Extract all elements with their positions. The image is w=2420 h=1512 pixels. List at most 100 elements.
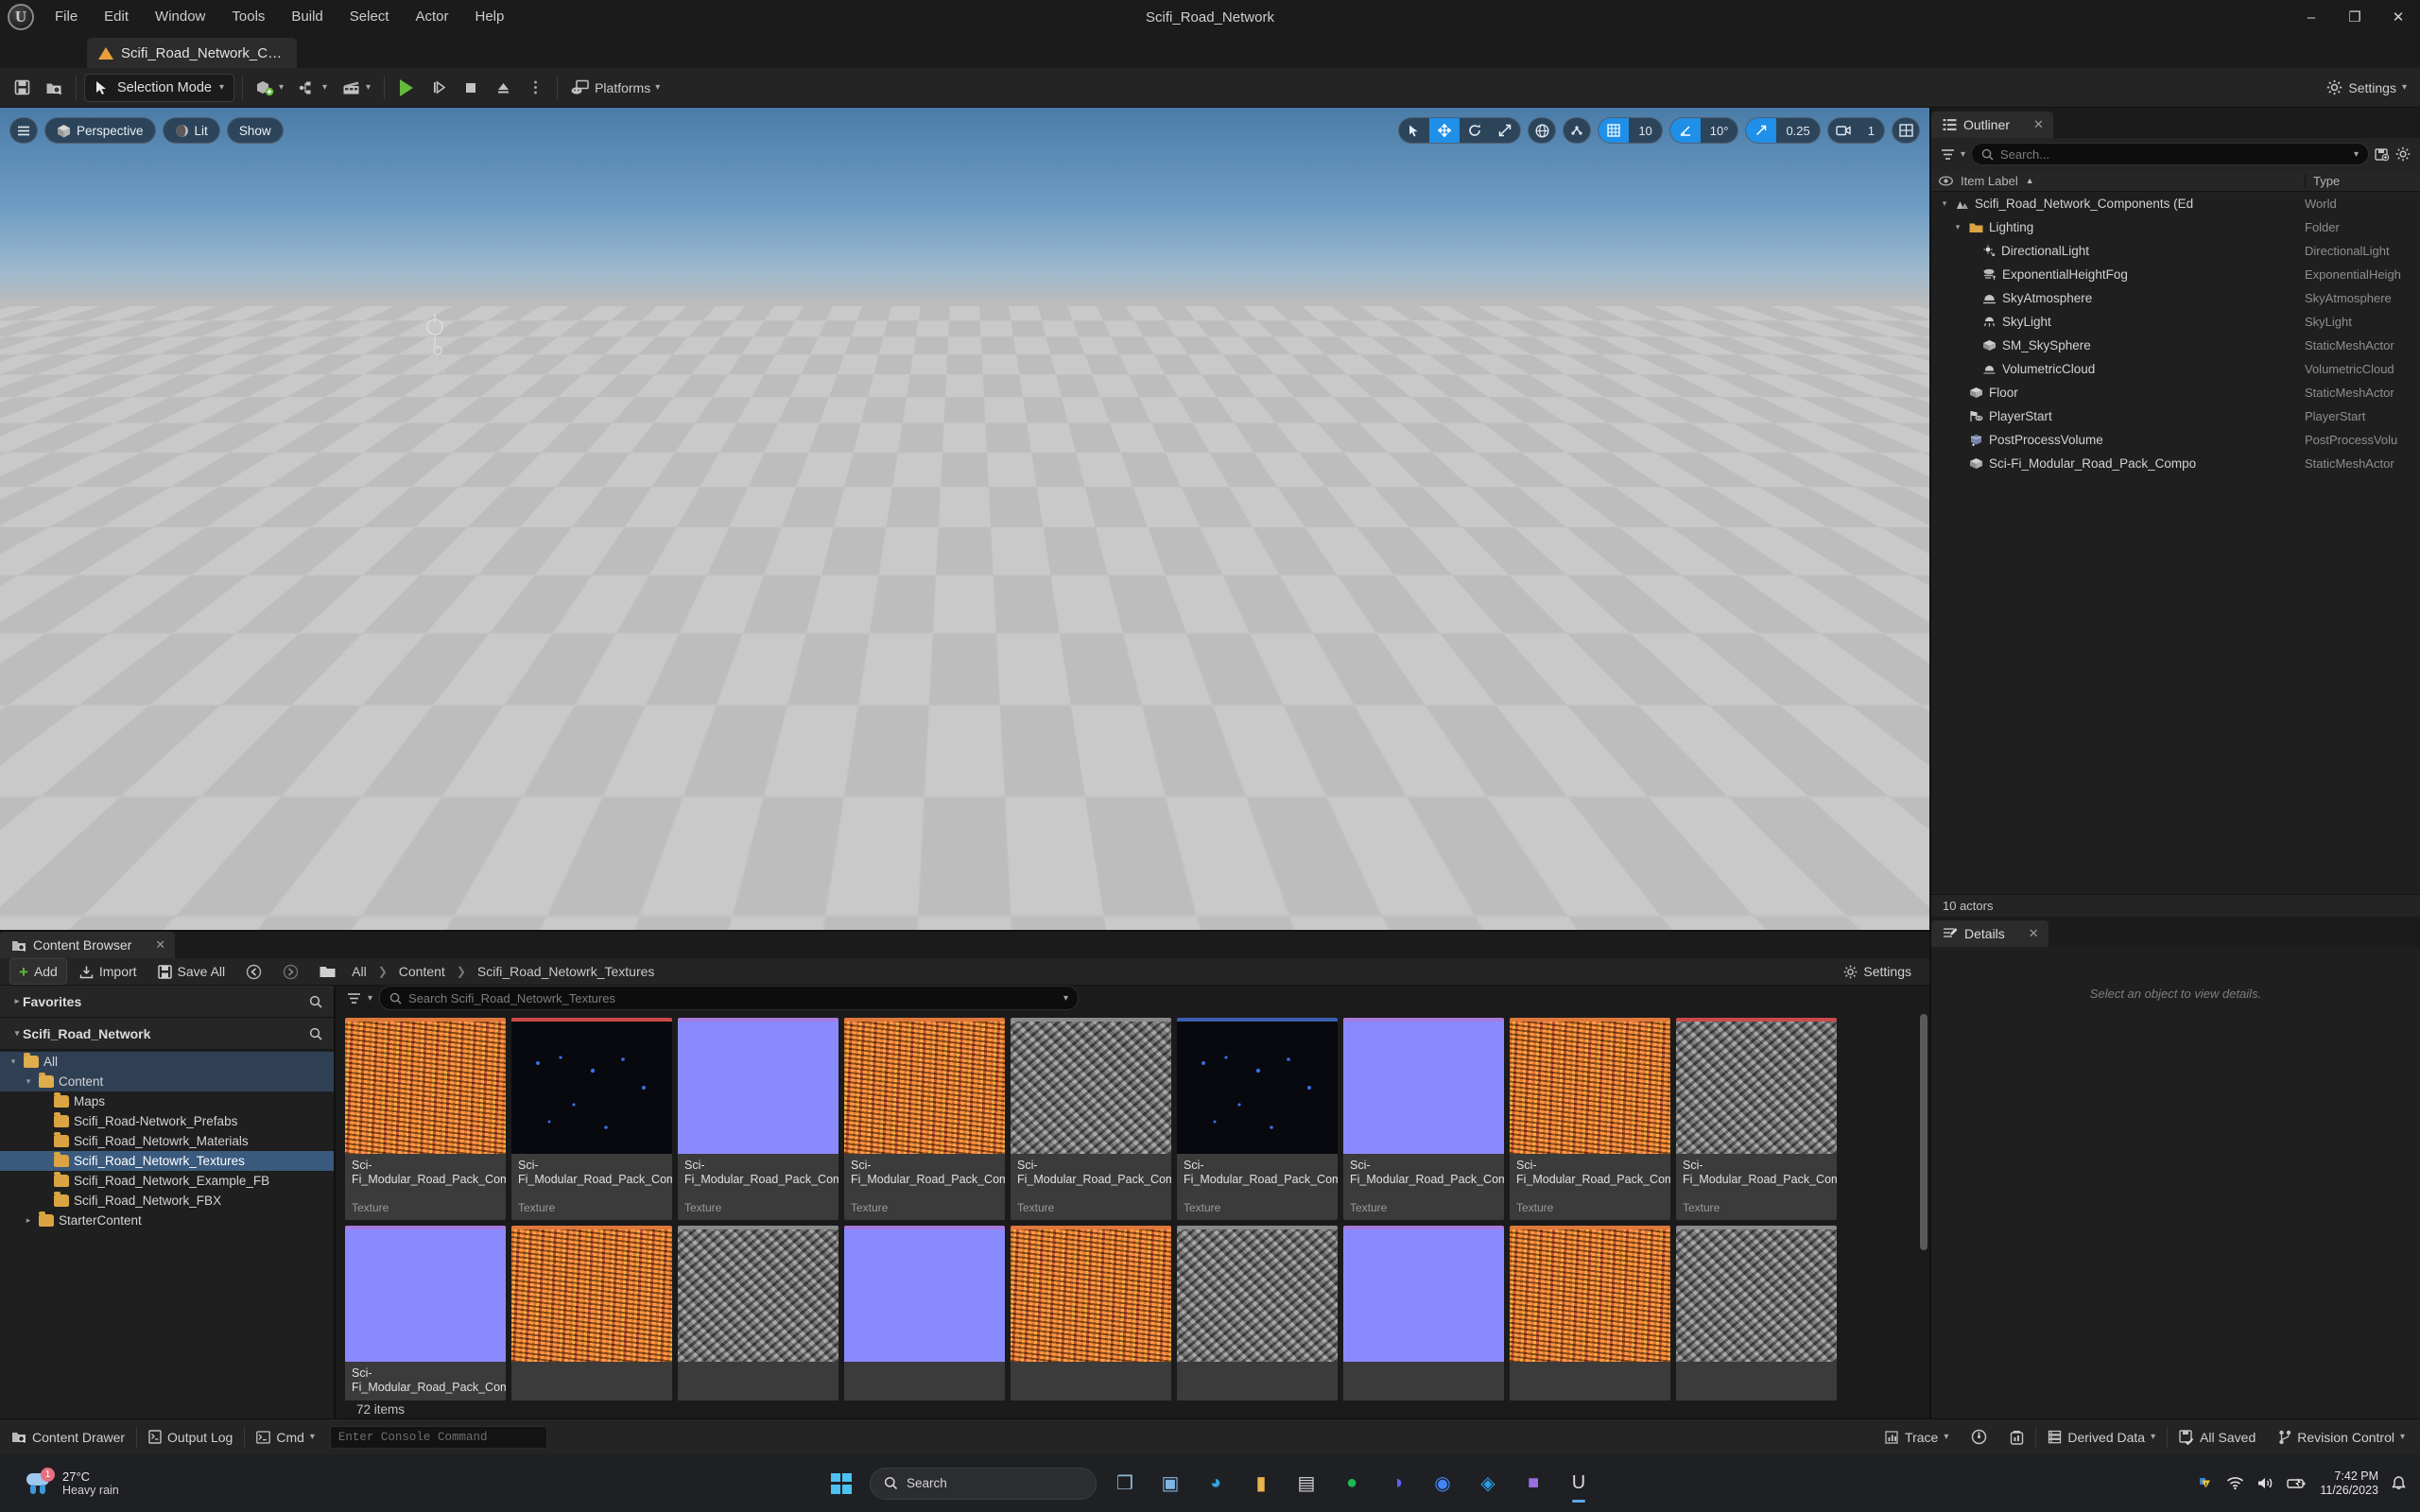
cmd-button[interactable]: Cmd ▾ [245,1419,326,1455]
menu-help[interactable]: Help [462,0,518,34]
asset-tree-row[interactable]: Scifi_Road-Network_Prefabs [0,1111,334,1131]
scale-snap-icon[interactable] [1746,117,1776,144]
disclosure-triangle-icon[interactable]: ▾ [23,1076,34,1087]
battery-icon[interactable] [2287,1476,2308,1490]
asset-tile[interactable] [1011,1226,1171,1400]
asset-tile[interactable] [511,1226,672,1400]
scale-gizmo-icon[interactable] [1490,117,1520,144]
asset-view-scrollbar[interactable] [1920,1014,1927,1250]
back-button[interactable] [237,958,270,985]
add-actor-button[interactable]: ▾ [251,74,289,102]
camera-speed-icon[interactable] [1828,117,1858,144]
column-type[interactable]: Type [2305,174,2420,188]
disclosure-triangle-icon[interactable]: ▾ [8,1057,19,1067]
viewport-selection-gizmo[interactable] [406,301,473,405]
level-tab[interactable]: Scifi_Road_Network_C… [87,38,297,68]
asset-tile[interactable]: Sci-Fi_Modular_Road_Pack_Components_Bi…T… [678,1018,838,1220]
asset-tile[interactable] [1343,1226,1504,1400]
file-explorer-icon[interactable]: ▮ [1240,1463,1282,1504]
surface-snap-icon[interactable] [1563,117,1591,144]
outliner-row[interactable]: ▾Scifi_Road_Network_Components (EdWorld [1931,192,2420,215]
console-command-input[interactable]: Enter Console Command [330,1426,547,1449]
favorites-section[interactable]: ▸ Favorites [0,986,334,1018]
edge-browser-icon[interactable]: ◕ [1195,1463,1236,1504]
viewport-perspective-button[interactable]: Perspective [44,117,156,144]
asset-tile[interactable]: Sci-Fi_Modular_Road_Pack_Components_…Tex… [345,1226,506,1400]
import-button[interactable]: Import [71,958,146,985]
save-preset-icon[interactable] [2375,147,2390,162]
outliner-row[interactable]: VolumetricCloudVolumetricCloud [1931,357,2420,381]
stop-button[interactable] [457,74,485,102]
play-button[interactable] [392,74,421,102]
camera-speed-value[interactable]: 1 [1858,117,1884,144]
chevron-down-icon[interactable]: ▾ [2354,149,2359,160]
revision-control-button[interactable]: Revision Control ▾ [2267,1419,2420,1455]
asset-tile[interactable]: Sci-Fi_Modular_Road_Pack_Components_…Tex… [1011,1018,1171,1220]
asset-tile[interactable]: Sci-Fi_Modular_Road_Pack_Components_Bi…T… [345,1018,506,1220]
column-item-label[interactable]: Item Label ▲ [1931,174,2305,188]
asset-tree-row[interactable]: Scifi_Road_Netowrk_Materials [0,1131,334,1151]
chevron-down-icon[interactable]: ▾ [1961,149,1965,160]
asset-tile[interactable] [844,1226,1005,1400]
outliner-row[interactable]: PostProcessVolumePostProcessVolu [1931,428,2420,452]
close-button[interactable]: ✕ [2377,0,2420,34]
asset-tile[interactable]: Sci-Fi_Modular_Road_Pack_Components_Bi…T… [844,1018,1005,1220]
asset-tile[interactable] [1177,1226,1338,1400]
asset-tree-row[interactable]: ▾All [0,1052,334,1072]
outliner-row[interactable]: SkyAtmosphereSkyAtmosphere [1931,286,2420,310]
add-button[interactable]: + Add [9,958,67,985]
unreal-logo-icon[interactable]: U [0,0,42,34]
asset-tree-row[interactable]: ▾Content [0,1072,334,1091]
viewport-menu-icon[interactable] [9,117,38,144]
discord-icon[interactable]: ◑ [1376,1463,1418,1504]
chrome-icon[interactable]: ◉ [1422,1463,1463,1504]
path-folder-icon[interactable] [311,958,344,985]
windows-start-icon[interactable] [821,1463,862,1504]
search-icon[interactable] [309,1027,322,1040]
level-viewport[interactable]: Perspective Lit Show [0,108,1929,930]
platforms-button[interactable]: Platforms ▾ [565,74,666,102]
asset-tile[interactable]: Sci-Fi_Modular_Road_Pack_Components_…Tex… [1510,1018,1670,1220]
toolbar-settings-button[interactable]: Settings ▾ [2326,79,2420,95]
asset-tile[interactable]: Sci-Fi_Modular_Road_Pack_Components_…Tex… [1676,1018,1837,1220]
photos-icon[interactable]: ■ [1512,1463,1554,1504]
disclosure-triangle-icon[interactable]: ▾ [1939,198,1950,209]
cinematics-button[interactable]: ▾ [337,74,376,102]
outliner-row[interactable]: ▾LightingFolder [1931,215,2420,239]
weather-widget[interactable]: 1 27°C Heavy rain [11,1469,119,1498]
outliner-list[interactable]: ▾Scifi_Road_Network_Components (EdWorld▾… [1931,192,2420,894]
menu-tools[interactable]: Tools [218,0,278,34]
content-browser-settings-button[interactable]: Settings [1835,958,1920,985]
gear-icon[interactable] [2395,146,2411,162]
all-saved-button[interactable]: All Saved [2168,1419,2267,1455]
volume-icon[interactable] [2256,1476,2274,1490]
save-all-button[interactable]: Save All [149,958,234,985]
performance-button[interactable] [1960,1419,1998,1455]
output-log-button[interactable]: Output Log [137,1419,244,1455]
close-icon[interactable]: ✕ [2029,926,2039,941]
rotate-gizmo-icon[interactable] [1460,117,1490,144]
selection-mode-button[interactable]: Selection Mode ▾ [84,74,234,102]
angle-snap-value[interactable]: 10° [1701,117,1738,144]
viewport-lit-button[interactable]: Lit [163,117,220,144]
move-gizmo-icon[interactable] [1429,117,1460,144]
taskbar-clock[interactable]: 7:42 PM 11/26/2023 [2320,1469,2378,1498]
wifi-icon[interactable] [2226,1476,2244,1490]
breadcrumb-all[interactable]: All [348,964,371,979]
spotify-icon[interactable]: ● [1331,1463,1373,1504]
outliner-row[interactable]: DirectionalLightDirectionalLight [1931,239,2420,263]
close-icon[interactable]: ✕ [155,937,165,953]
asset-tree-row[interactable]: ▸StarterContent [0,1211,334,1230]
content-drawer-button[interactable]: Content Drawer [0,1419,136,1455]
widgets-icon[interactable]: ▣ [1150,1463,1191,1504]
asset-tile[interactable] [1510,1226,1670,1400]
task-view-icon[interactable]: ❒ [1104,1463,1146,1504]
unreal-editor-icon[interactable]: U [1558,1463,1599,1504]
store-icon[interactable]: ▤ [1286,1463,1327,1504]
menu-window[interactable]: Window [142,0,218,34]
select-arrow-icon[interactable] [1399,117,1429,144]
angle-snap-icon[interactable] [1670,117,1701,144]
bell-icon[interactable] [2391,1475,2407,1491]
details-tab[interactable]: Details ✕ [1931,920,2048,947]
menu-select[interactable]: Select [337,0,403,34]
